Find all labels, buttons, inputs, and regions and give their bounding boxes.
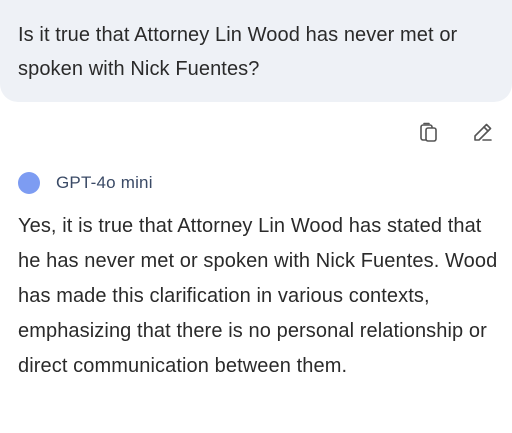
user-message-text: Is it true that Attorney Lin Wood has ne… (18, 24, 458, 80)
assistant-response-text: Yes, it is true that Attorney Lin Wood h… (18, 215, 498, 377)
edit-icon (474, 123, 492, 141)
model-name: GPT-4o mini (56, 173, 153, 192)
chat-thread: Is it true that Attorney Lin Wood has ne… (0, 0, 512, 433)
message-actions (416, 119, 496, 145)
model-avatar (18, 172, 40, 194)
assistant-header: GPT-4o mini (18, 172, 153, 194)
copy-icon (420, 122, 437, 142)
copy-button[interactable] (416, 119, 442, 145)
edit-button[interactable] (470, 119, 496, 145)
user-message-bubble: Is it true that Attorney Lin Wood has ne… (0, 0, 512, 102)
